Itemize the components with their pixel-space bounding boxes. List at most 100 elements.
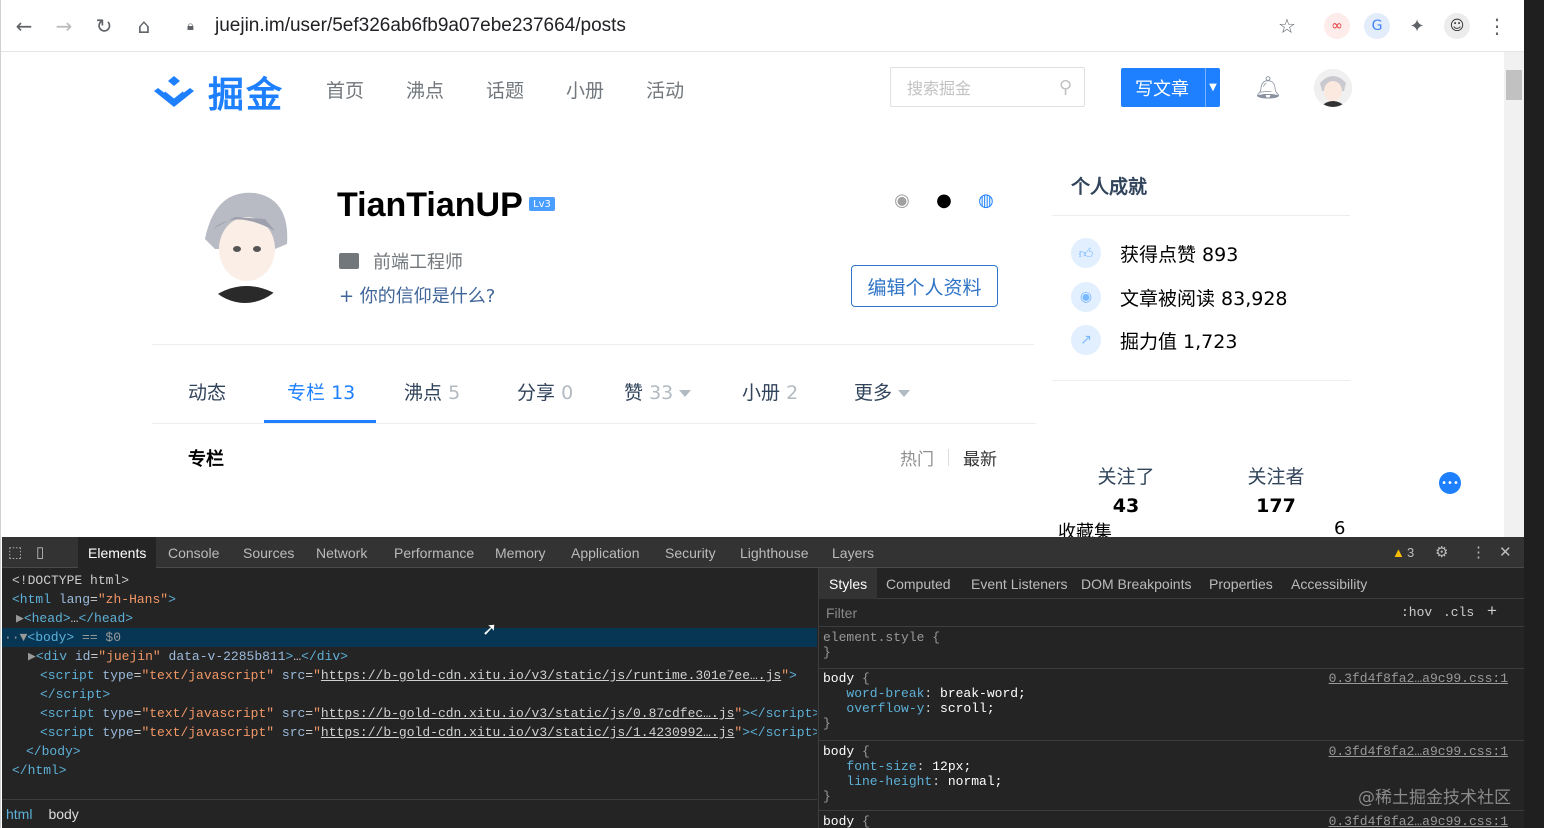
rule-source-link[interactable]: 0.3fd4f8fa2…a9c99.css:1 [1329, 814, 1508, 828]
followers-stat[interactable]: 关注者 177 [1216, 462, 1336, 517]
tab-event-listeners[interactable]: Event Listeners [961, 568, 1078, 599]
reload-icon[interactable]: ↻ [92, 14, 116, 38]
tab-properties[interactable]: Properties [1199, 568, 1283, 599]
following-stat[interactable]: 关注了 43 [1066, 462, 1186, 517]
profile-avatar-image [195, 189, 295, 303]
sort-divider [948, 449, 949, 466]
tab-performance[interactable]: Performance [384, 537, 484, 568]
warning-icon[interactable]: ▲ [1392, 545, 1405, 560]
sort-hot[interactable]: 热门 [900, 445, 934, 470]
weibo-icon[interactable]: ◉ [890, 188, 914, 212]
tab-console[interactable]: Console [158, 537, 229, 568]
dom-node[interactable]: </html> [2, 761, 817, 780]
dom-node[interactable]: ▶ <head>… </head> [2, 609, 817, 628]
hov-toggle[interactable]: :hov [1401, 605, 1432, 620]
tab-layers[interactable]: Layers [822, 537, 884, 568]
dom-node[interactable]: ▶ <div id = "juejin" data-v-2285b811 >… </div… [2, 647, 817, 666]
tab-count: 13 [331, 382, 356, 404]
styles-filter[interactable]: Filter :hov .cls + [819, 599, 1524, 627]
dom-node[interactable]: </script> [2, 685, 817, 704]
translate-icon[interactable]: G [1364, 13, 1390, 39]
chat-icon[interactable]: ••• [1439, 472, 1461, 494]
rule-source-link[interactable]: 0.3fd4f8fa2…a9c99.css:1 [1329, 744, 1508, 759]
nav-item-home[interactable]: 首页 [326, 76, 364, 103]
write-article-button[interactable]: 写文章 ▼ [1121, 68, 1220, 107]
bookmark-star-icon[interactable]: ☆ [1275, 14, 1299, 38]
tab-label: 沸点 [404, 382, 443, 404]
address-bar[interactable]: 🔒︎ juejin.im/user/5ef326ab6fb9a07ebe2376… [181, 6, 1321, 46]
breadcrumb-html[interactable]: html [6, 806, 32, 822]
dom-node[interactable]: </body> [2, 742, 817, 761]
logo[interactable]: 掘金 [152, 66, 284, 118]
dom-node-selected[interactable]: ··▼ <body> == $0 [2, 628, 817, 647]
globe-icon[interactable]: ◍ [974, 188, 998, 212]
nav-item-pins[interactable]: 沸点 [406, 76, 444, 103]
tab-activity[interactable]: 动态 [188, 378, 226, 405]
collections-label[interactable]: 收藏集 [1058, 518, 1112, 537]
extension-icon[interactable]: ∞ [1324, 13, 1350, 39]
dom-node[interactable]: <script type = "text/javascript" src = " http… [2, 704, 817, 723]
eye-icon: ◉ [1071, 282, 1101, 312]
avatar[interactable] [1314, 69, 1352, 107]
edit-profile-button[interactable]: 编辑个人资料 [851, 265, 998, 307]
cls-toggle[interactable]: .cls [1443, 605, 1474, 620]
sort-new[interactable]: 最新 [963, 445, 997, 470]
tab-columns[interactable]: 专栏 13 [287, 378, 355, 405]
add-rule-icon[interactable]: + [1487, 601, 1497, 621]
chevron-down-icon[interactable]: ▼ [1205, 68, 1220, 107]
tab-application[interactable]: Application [561, 537, 650, 568]
profile-icon[interactable]: ☺ [1444, 13, 1470, 39]
tab-accessibility[interactable]: Accessibility [1281, 568, 1377, 599]
search-input[interactable]: 搜索掘金 ⚲ [890, 67, 1085, 107]
dom-node[interactable]: <script type = "text/javascript" src = " http… [2, 723, 817, 742]
scrollbar-thumb[interactable] [1506, 70, 1522, 100]
tab-shares[interactable]: 分享 0 [517, 378, 573, 405]
tab-lighthouse[interactable]: Lighthouse [730, 537, 819, 568]
page-scrollbar[interactable] [1504, 52, 1524, 537]
back-icon[interactable]: ← [12, 14, 36, 38]
tab-pins[interactable]: 沸点 5 [404, 378, 460, 405]
tab-computed[interactable]: Computed [876, 568, 961, 599]
tab-likes[interactable]: 赞 33 [624, 378, 692, 405]
gear-icon[interactable]: ⚙ [1435, 543, 1448, 561]
trend-icon: ↗ [1071, 325, 1101, 355]
menu-icon[interactable]: ⋮ [1485, 14, 1509, 38]
dom-node[interactable]: <html lang = "zh-Hans" > [2, 590, 817, 609]
devtools-tabs: ⬚ ▯ Elements Console Sources Network Per… [2, 537, 1524, 568]
tab-security[interactable]: Security [655, 537, 726, 568]
nav-item-topics[interactable]: 话题 [486, 76, 524, 103]
tab-network[interactable]: Network [306, 537, 377, 568]
followers-label: 关注者 [1247, 466, 1305, 488]
collections-count: 6 [1334, 518, 1346, 537]
github-icon[interactable]: ● [932, 188, 956, 212]
tab-styles[interactable]: Styles [819, 568, 878, 599]
bell-icon[interactable]: 🔔︎ [1254, 76, 1282, 101]
breadcrumb-body[interactable]: body [48, 806, 78, 822]
inspect-icon[interactable]: ⬚ [8, 543, 22, 561]
nav-item-books[interactable]: 小册 [566, 76, 604, 103]
profile-motto[interactable]: + 你的信仰是什么? [339, 282, 495, 308]
tab-books[interactable]: 小册 2 [742, 378, 798, 405]
home-icon[interactable]: ⌂ [132, 14, 156, 38]
tab-more[interactable]: 更多 [854, 378, 911, 405]
more-icon[interactable]: ⋮ [1471, 543, 1486, 561]
nav-item-events[interactable]: 活动 [646, 76, 684, 103]
profile-tabs: 动态 专栏 13 沸点 5 分享 0 赞 33 小册 2 更多 [152, 360, 1036, 424]
tab-memory[interactable]: Memory [485, 537, 556, 568]
dom-node[interactable]: <script type = "text/javascript" src = " http… [2, 666, 817, 685]
watermark: @稀土掘金技术社区 [1358, 788, 1511, 808]
tab-elements[interactable]: Elements [78, 537, 157, 568]
forward-icon[interactable]: → [52, 14, 76, 38]
rule-source-link[interactable]: 0.3fd4f8fa2…a9c99.css:1 [1329, 671, 1508, 686]
puzzle-icon[interactable]: ✦ [1404, 13, 1430, 39]
site-header: 掘金 首页 沸点 话题 小册 活动 搜索掘金 ⚲ 写文章 ▼ 🔔︎ [2, 52, 1504, 124]
dom-node[interactable]: <!DOCTYPE html> [2, 571, 817, 590]
thumbs-up-icon: 👍︎ [1071, 238, 1101, 268]
juejin-page: 掘金 首页 沸点 话题 小册 活动 搜索掘金 ⚲ 写文章 ▼ 🔔︎ TianTi… [2, 52, 1504, 537]
tab-dom-breakpoints[interactable]: DOM Breakpoints [1071, 568, 1201, 599]
close-icon[interactable]: ✕ [1499, 543, 1512, 561]
search-icon[interactable]: ⚲ [1059, 77, 1072, 98]
device-toolbar-icon[interactable]: ▯ [36, 543, 44, 561]
profile-username: TianTianUP [337, 186, 523, 224]
tab-sources[interactable]: Sources [233, 537, 304, 568]
